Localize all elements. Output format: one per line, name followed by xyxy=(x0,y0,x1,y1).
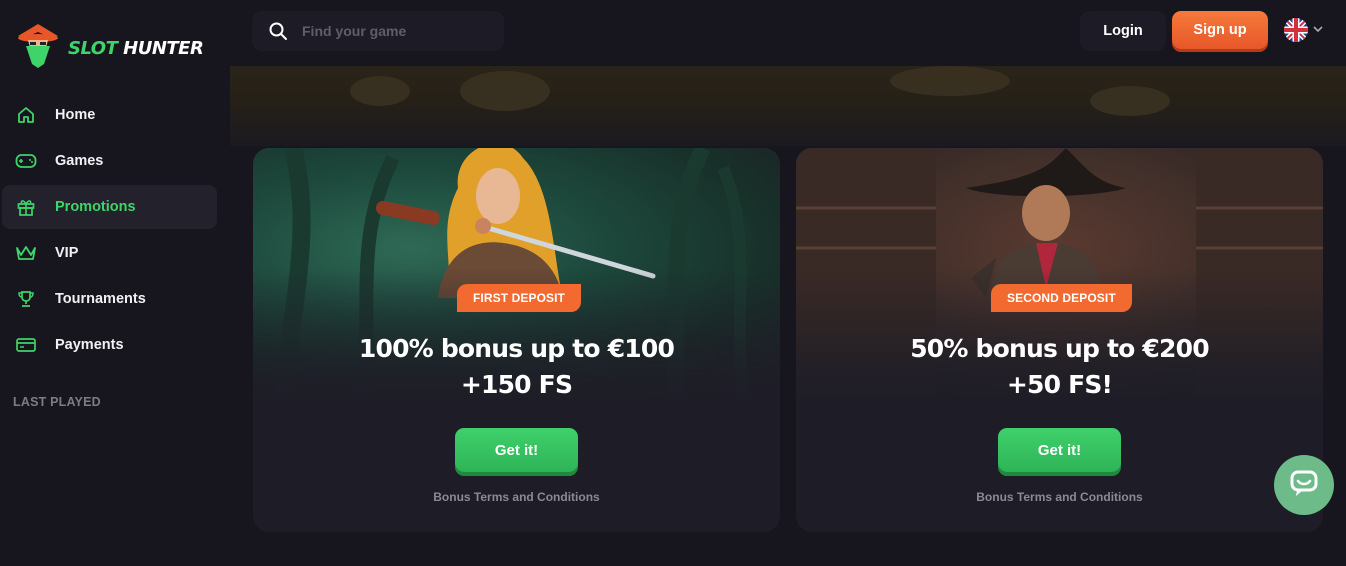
logo-text-part2: HUNTER xyxy=(123,37,204,59)
offer-headline: 50% bonus up to €200 xyxy=(910,334,1209,363)
logo[interactable]: SLOT HUNTER xyxy=(14,18,204,74)
last-played-heading: LAST PLAYED xyxy=(13,395,101,409)
logo-text-part1: SLOT xyxy=(68,37,118,59)
bonus-terms-link[interactable]: Bonus Terms and Conditions xyxy=(796,490,1323,504)
logo-text: SLOT HUNTER xyxy=(68,37,204,59)
gift-icon xyxy=(15,196,37,218)
sidebar-item-label: Promotions xyxy=(55,199,136,215)
sidebar-item-label: VIP xyxy=(55,245,79,261)
offer-subline: +50 FS! xyxy=(1006,370,1113,399)
sidebar: SLOT HUNTER Home Games Promotions VIP To… xyxy=(0,0,230,566)
sidebar-item-label: Games xyxy=(55,153,104,169)
sidebar-item-tournaments[interactable]: Tournaments xyxy=(2,277,217,321)
get-it-button[interactable]: Get it! xyxy=(998,428,1121,472)
sidebar-item-promotions[interactable]: Promotions xyxy=(2,185,217,229)
login-button[interactable]: Login xyxy=(1080,11,1166,51)
live-chat-button[interactable] xyxy=(1274,455,1334,515)
offer-subline: +150 FS xyxy=(460,370,573,399)
signup-button[interactable]: Sign up xyxy=(1172,11,1268,49)
uk-flag-icon xyxy=(1284,18,1308,42)
search-icon xyxy=(268,21,288,41)
bonus-terms-link[interactable]: Bonus Terms and Conditions xyxy=(253,490,780,504)
deposit-badge: SECOND DEPOSIT xyxy=(991,284,1132,312)
deposit-badge: FIRST DEPOSIT xyxy=(457,284,581,312)
chat-bubble-icon xyxy=(1289,468,1319,503)
sidebar-item-label: Home xyxy=(55,107,96,123)
sidebar-item-label: Tournaments xyxy=(55,291,146,307)
sidebar-item-games[interactable]: Games xyxy=(2,139,217,183)
crown-icon xyxy=(15,242,37,264)
sidebar-nav: Home Games Promotions VIP Tournaments Pa… xyxy=(2,93,217,369)
gamepad-icon xyxy=(15,150,37,172)
sidebar-item-payments[interactable]: Payments xyxy=(2,323,217,367)
sidebar-item-vip[interactable]: VIP xyxy=(2,231,217,275)
search-placeholder: Find your game xyxy=(302,23,407,39)
hero-banner-strip xyxy=(230,66,1346,146)
get-it-button[interactable]: Get it! xyxy=(455,428,578,472)
home-icon xyxy=(15,104,37,126)
language-selector[interactable] xyxy=(1284,18,1324,42)
offer-headline: 100% bonus up to €100 xyxy=(358,334,675,363)
chevron-down-icon xyxy=(1312,21,1324,39)
promo-card-first-deposit: FIRST DEPOSIT 100% bonus up to €100 +150… xyxy=(253,148,780,532)
sidebar-item-label: Payments xyxy=(55,337,124,353)
sidebar-item-home[interactable]: Home xyxy=(2,93,217,137)
hunter-logo-icon xyxy=(18,24,58,68)
card-icon xyxy=(15,334,37,356)
trophy-icon xyxy=(15,288,37,310)
promo-card-second-deposit: SECOND DEPOSIT 50% bonus up to €200 +50 … xyxy=(796,148,1323,532)
main-content: FIRST DEPOSIT 100% bonus up to €100 +150… xyxy=(230,66,1346,566)
top-bar: Find your game Login Sign up xyxy=(230,0,1346,66)
search-input[interactable]: Find your game xyxy=(252,11,504,51)
